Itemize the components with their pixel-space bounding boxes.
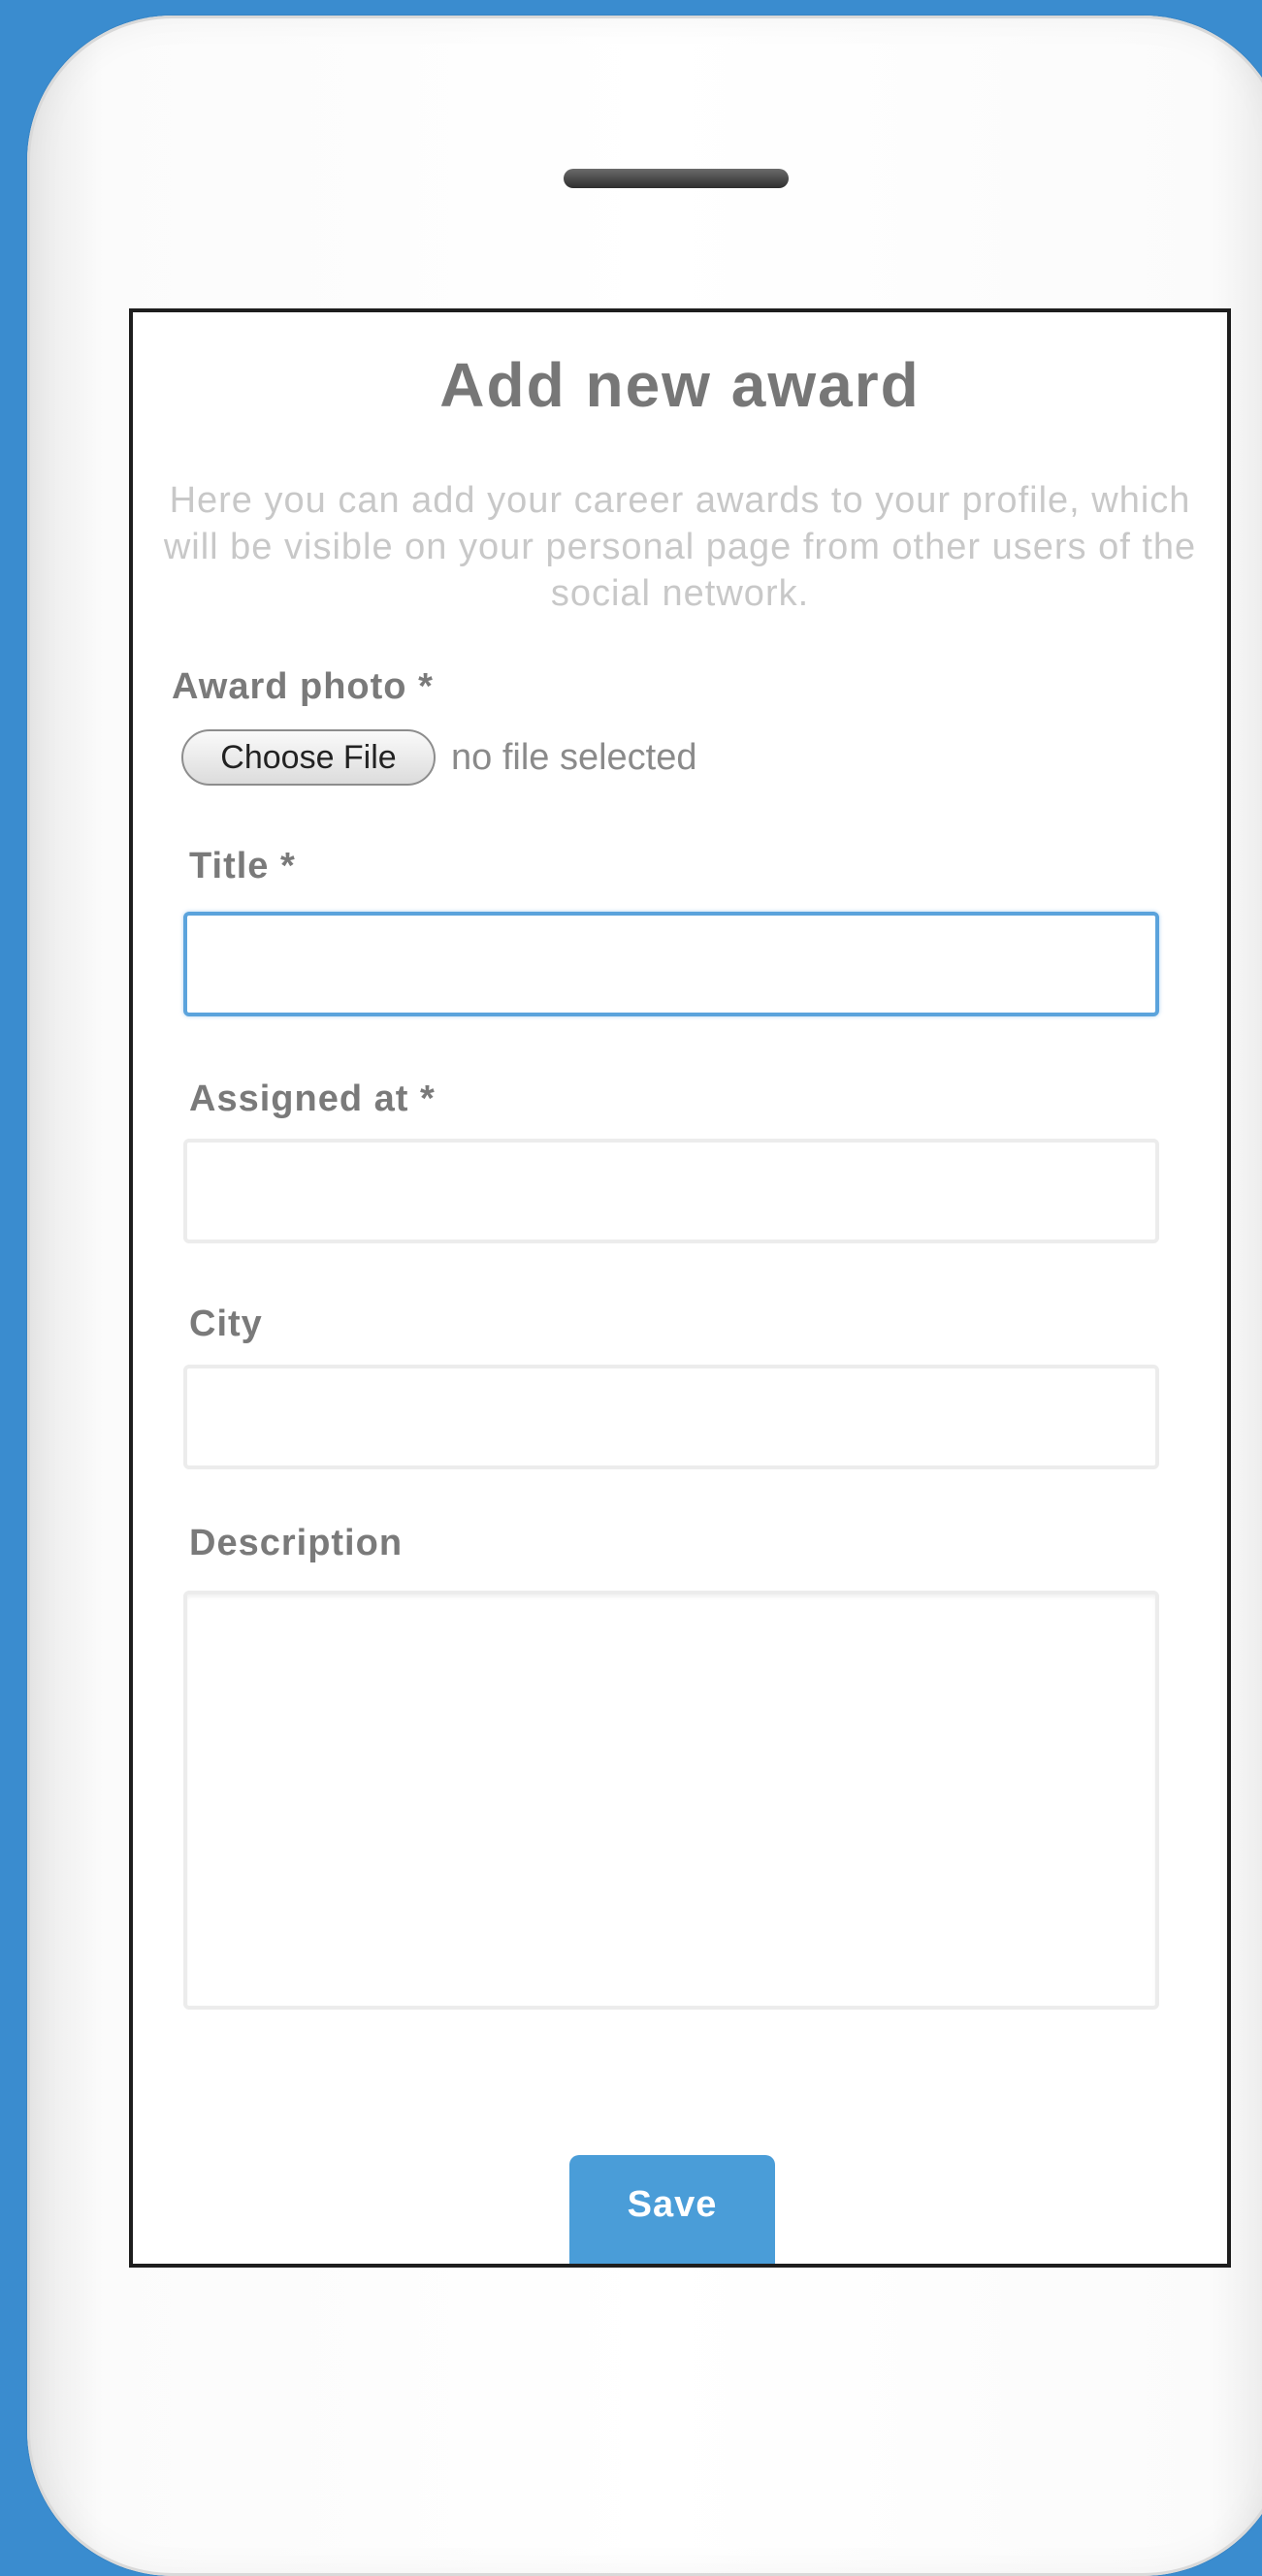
title-label: Title * bbox=[189, 846, 296, 886]
file-status-text: no file selected bbox=[451, 736, 697, 778]
assigned-at-label: Assigned at * bbox=[189, 1079, 436, 1119]
title-input[interactable] bbox=[183, 912, 1159, 1016]
page-title: Add new award bbox=[439, 350, 921, 420]
phone-screen: Add new award Here you can add your care… bbox=[129, 308, 1231, 2268]
assigned-at-input[interactable] bbox=[183, 1139, 1159, 1243]
intro-text: Here you can add your career awards to y… bbox=[163, 480, 1197, 614]
description-label: Description bbox=[189, 1523, 404, 1563]
city-input[interactable] bbox=[183, 1365, 1159, 1469]
speaker-grille bbox=[564, 169, 789, 188]
description-textarea[interactable] bbox=[183, 1591, 1159, 2010]
phone-frame: Add new award Here you can add your care… bbox=[27, 16, 1262, 2576]
city-label: City bbox=[189, 1304, 263, 1344]
award-photo-label: Award photo * bbox=[172, 666, 434, 707]
save-button[interactable]: Save bbox=[569, 2155, 775, 2264]
file-picker: Choose File no file selected bbox=[181, 729, 697, 786]
choose-file-button[interactable]: Choose File bbox=[181, 729, 436, 786]
